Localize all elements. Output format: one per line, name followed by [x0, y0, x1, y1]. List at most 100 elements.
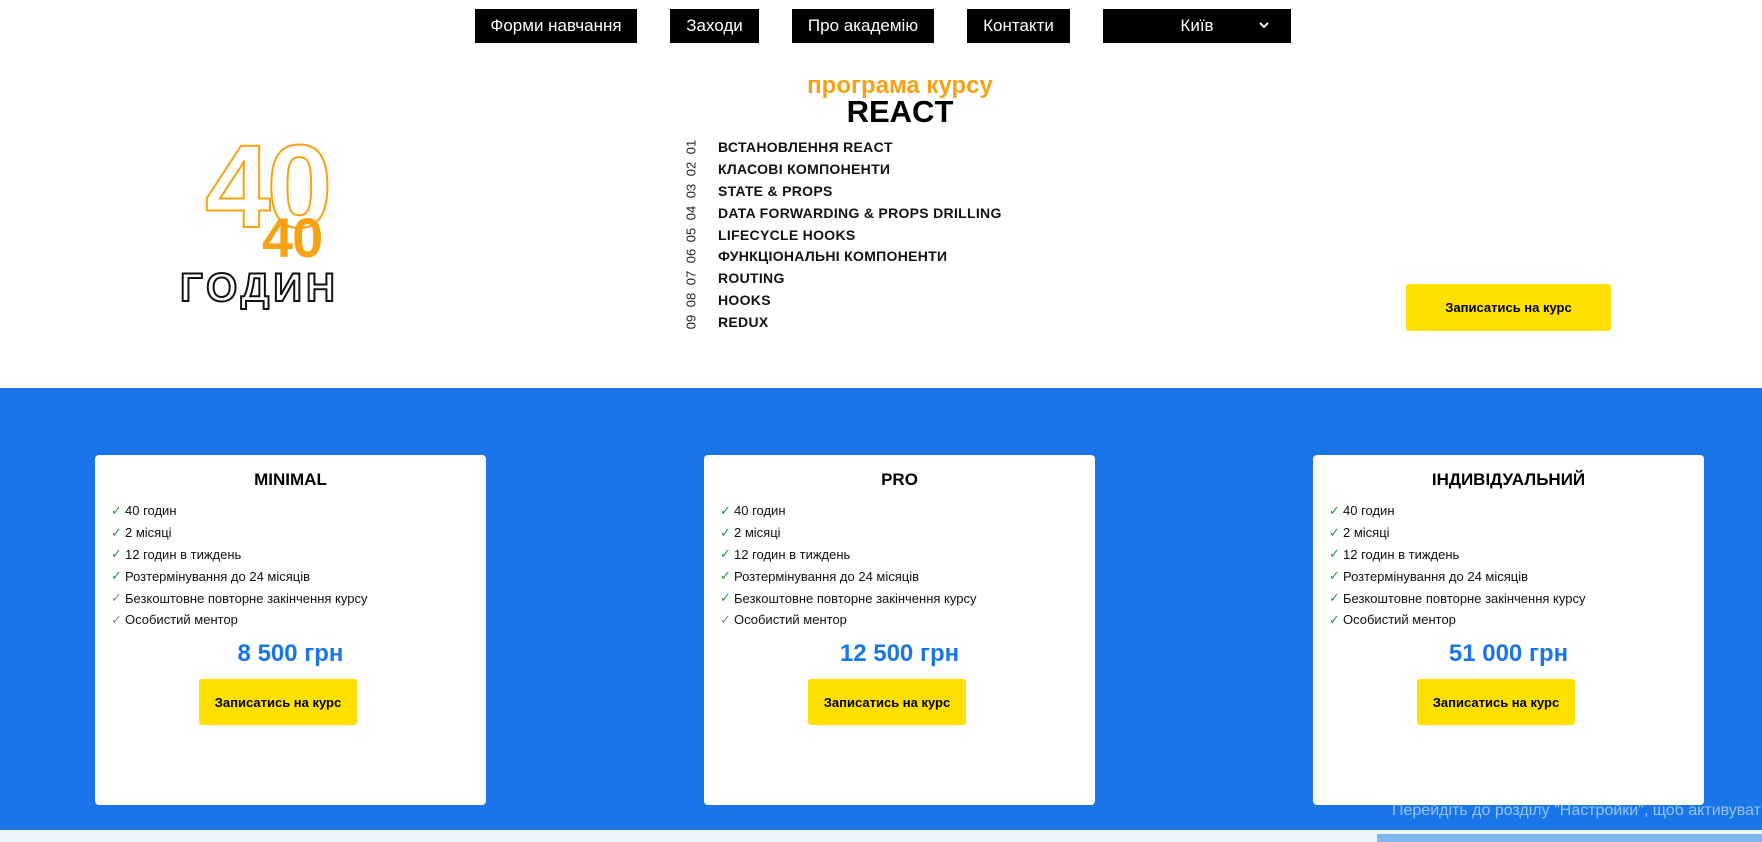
hours-number: 40: [262, 206, 323, 269]
plan-feature-text: 12 годин в тиждень: [125, 546, 242, 562]
plan-title: PRO: [881, 470, 918, 489]
plan-feature: ✓ Безкоштовне повторне закінчення курсу: [720, 587, 976, 609]
windows-activation-subtitle: Перейдіть до розділу "Настройки", щоб ак…: [1392, 802, 1762, 819]
hours-label: ГОДИН: [179, 266, 339, 310]
plan-feature-text: Розтермінування до 24 місяців: [1343, 568, 1529, 584]
program-item-text: STATE & PROPS: [718, 182, 833, 199]
plan-feature: ✓ 2 місяці: [111, 522, 367, 544]
plan-feature-list: ✓ 40 годин ✓ 2 місяці ✓ 12 годин в тиждень ✓ Ро…: [1329, 500, 1585, 631]
check-icon: ✓: [720, 611, 731, 627]
plan-feature: ✓ 40 годин: [720, 500, 976, 522]
check-icon: ✓: [111, 611, 122, 627]
plan-feature-text: 40 годин: [734, 503, 786, 519]
plan-feature-text: Особистий ментор: [1343, 612, 1456, 628]
plan-card-minimal: MINIMAL ✓ 40 годин ✓ 2 місяці ✓ 12 годин в ти…: [95, 455, 486, 805]
check-icon: ✓: [1329, 546, 1340, 562]
plan-feature-text: 2 місяці: [1343, 525, 1390, 541]
plan-feature: ✓ 2 місяці: [720, 522, 976, 544]
plan-feature: ✓ 12 годин в тиждень: [1329, 544, 1585, 566]
program-item-text: ФУНКЦІОНАЛЬНІ КОМПОНЕНТИ: [718, 248, 948, 265]
plan-price: 12 500 грн: [839, 640, 960, 667]
plan-feature-list: ✓ 40 годин ✓ 2 місяці ✓ 12 годин в тиждень ✓ Ро…: [111, 500, 367, 631]
plan-feature: ✓ Безкоштовне повторне закінчення курсу: [111, 587, 367, 609]
program-item-number: 06: [683, 249, 699, 264]
nav-events[interactable]: Заходи: [670, 9, 759, 43]
program-title: REACT: [846, 94, 954, 129]
check-icon: ✓: [111, 524, 122, 540]
plan-feature: ✓ Особистий ментор: [111, 609, 367, 631]
check-icon: ✓: [111, 546, 122, 562]
check-icon: ✓: [111, 590, 122, 606]
check-icon: ✓: [1329, 524, 1340, 540]
program-item-text: КЛАСОВІ КОМПОНЕНТИ: [718, 160, 891, 177]
program-item-text: ROUTING: [718, 270, 785, 287]
plan-feature: ✓ 12 годин в тиждень: [111, 544, 367, 566]
plan-feature-text: 12 годин в тиждень: [1343, 546, 1460, 562]
plan-feature-text: Особистий ментор: [125, 612, 238, 628]
plan-feature-text: 40 годин: [125, 503, 177, 519]
city-select-value: Київ: [1180, 16, 1214, 35]
plan-feature-text: 2 місяці: [734, 525, 781, 541]
plan-feature-text: Розтермінування до 24 місяців: [125, 568, 311, 584]
plan-feature: ✓ 2 місяці: [1329, 522, 1585, 544]
program-item-text: REDUX: [718, 314, 769, 331]
plan-feature-text: Безкоштовне повторне закінчення курсу: [734, 590, 977, 606]
program-item-number: 08: [683, 292, 699, 308]
program-item-number: 04: [683, 205, 699, 220]
plan-feature-text: Безкоштовне повторне закінчення курсу: [1343, 590, 1586, 606]
program-item-number: 09: [683, 314, 699, 330]
city-select[interactable]: Київ: [1103, 9, 1291, 43]
plan-title: MINIMAL: [254, 470, 327, 489]
program-item-text: ВСТАНОВЛЕННЯ REACT: [718, 138, 893, 155]
plan-feature-text: 2 місяці: [125, 525, 172, 541]
plan-feature-text: 40 годин: [1343, 503, 1395, 519]
plan-title: ІНДИВІДУАЛЬНИЙ: [1431, 470, 1586, 489]
plan-card-pro: PRO ✓ 40 годин ✓ 2 місяці ✓ 12 годин в тижден…: [704, 455, 1095, 805]
program-item-text: DATA FORWARDING & PROPS DRILLING: [718, 204, 1002, 221]
check-icon: ✓: [111, 502, 122, 518]
plan-feature: ✓ 40 годин: [111, 500, 367, 522]
plan-enroll-button[interactable]: Записатись на курс: [1417, 679, 1575, 725]
plan-feature: ✓ Розтермінування до 24 місяців: [111, 565, 367, 587]
plan-feature-text: Розтермінування до 24 місяців: [734, 568, 920, 584]
plan-enroll-button[interactable]: Записатись на курс: [199, 679, 357, 725]
check-icon: ✓: [720, 590, 731, 606]
plan-feature: ✓ Особистий ментор: [720, 609, 976, 631]
plan-card-individual: ІНДИВІДУАЛЬНИЙ ✓ 40 годин ✓ 2 місяці ✓ 12 год…: [1313, 455, 1704, 805]
plan-feature-list: ✓ 40 годин ✓ 2 місяці ✓ 12 годин в тиждень ✓ Ро…: [720, 500, 976, 631]
check-icon: ✓: [720, 524, 731, 540]
program-item-number: 07: [683, 271, 699, 286]
nav-contacts[interactable]: Контакти: [967, 9, 1070, 43]
windows-activation-title: Активація Windows: [1392, 770, 1606, 797]
chevron-down-icon: [1259, 22, 1269, 29]
plan-feature-text: 12 годин в тиждень: [734, 546, 851, 562]
program-item-text: LIFECYCLE HOOKS: [718, 226, 856, 243]
plan-feature: ✓ Безкоштовне повторне закінчення курсу: [1329, 587, 1585, 609]
plan-feature: ✓ Розтермінування до 24 місяців: [720, 565, 976, 587]
plan-feature: ✓ Розтермінування до 24 місяців: [1329, 565, 1585, 587]
check-icon: ✓: [720, 568, 731, 584]
check-icon: ✓: [1329, 611, 1340, 627]
program-item-number: 03: [683, 183, 699, 198]
top-nav: Форми навчання Заходи Про академію Конта…: [0, 9, 1762, 43]
nav-about-academy[interactable]: Про академію: [792, 9, 934, 43]
plan-feature: ✓ 40 годин: [1329, 500, 1585, 522]
check-icon: ✓: [1329, 568, 1340, 584]
check-icon: ✓: [720, 502, 731, 518]
plan-feature: ✓ 12 годин в тиждень: [720, 544, 976, 566]
plan-price: 51 000 грн: [1448, 640, 1569, 667]
check-icon: ✓: [111, 568, 122, 584]
nav-forms-of-study[interactable]: Форми навчання: [475, 9, 637, 43]
check-icon: ✓: [1329, 502, 1340, 518]
plan-feature-text: Безкоштовне повторне закінчення курсу: [125, 590, 368, 606]
enroll-button[interactable]: Записатись на курс: [1406, 284, 1611, 331]
program-item-text: HOOKS: [718, 292, 771, 309]
plan-enroll-button[interactable]: Записатись на курс: [808, 679, 966, 725]
check-icon: ✓: [720, 546, 731, 562]
program-item-number: 02: [683, 161, 699, 177]
plan-price: 8 500 грн: [237, 640, 344, 667]
check-icon: ✓: [1329, 590, 1340, 606]
plan-feature: ✓ Особистий ментор: [1329, 609, 1585, 631]
plan-feature-text: Особистий ментор: [734, 612, 847, 628]
program-item-number: 05: [683, 227, 699, 242]
